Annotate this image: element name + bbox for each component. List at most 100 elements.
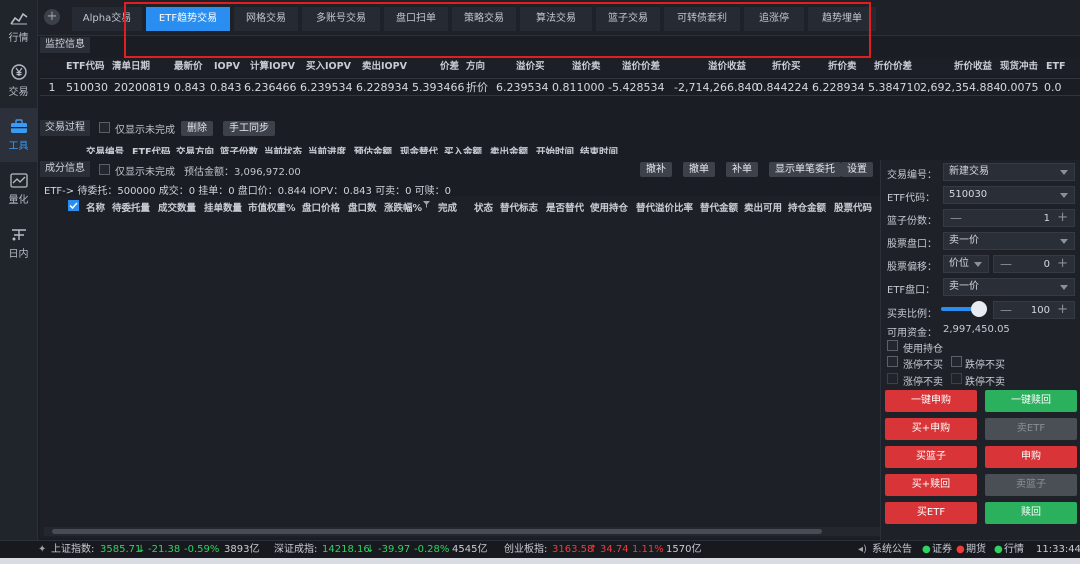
process-only-incomplete-checkbox[interactable] <box>99 122 110 133</box>
tab-algo[interactable]: 算法交易 <box>520 7 592 31</box>
monitor-title: 监控信息 <box>40 37 90 53</box>
col-sell-available: 卖出可用 <box>744 203 783 214</box>
component-only-incomplete-checkbox[interactable] <box>99 164 110 175</box>
buy-redeem-button[interactable]: 买+赎回 <box>885 474 977 496</box>
cancel-fill-button[interactable]: 撤补 <box>640 162 672 177</box>
scrollbar-thumb[interactable] <box>52 529 822 534</box>
buy-subscribe-button[interactable]: 买+申购 <box>885 418 977 440</box>
process-header: 交易编号 ETF代码 交易方向 篮子份数 当前状态 当前进度 预估金额 现金替代… <box>40 140 880 154</box>
table-row[interactable]: 1 510030 20200819 0.843 0.843 6.236466 6… <box>40 78 1080 96</box>
minus-icon[interactable]: — <box>1000 257 1012 271</box>
fill-order-button[interactable]: 补单 <box>726 162 758 177</box>
buy-etf-button[interactable]: 买ETF <box>885 502 977 524</box>
col-spread: 价差 <box>440 61 460 72</box>
etf-code-select[interactable]: 510030 <box>943 186 1075 204</box>
chevron-down-icon <box>1060 193 1068 198</box>
delete-button[interactable]: 删除 <box>181 121 213 136</box>
chevron-down-icon <box>974 262 982 267</box>
tab-grid[interactable]: 网格交易 <box>234 7 298 31</box>
nav-label: 工具 <box>8 141 29 152</box>
cy-index-label: 创业板指: <box>504 544 548 555</box>
tab-alpha[interactable]: Alpha交易 <box>72 7 142 31</box>
system-notice[interactable]: 系统公告 <box>872 541 912 558</box>
stock-offset-unit-select[interactable]: 价位 <box>943 255 989 273</box>
col-status: 状态 <box>474 203 494 214</box>
trade-no-select[interactable]: 新建交易 <box>943 163 1075 181</box>
tab-multi-account[interactable]: 多账号交易 <box>302 7 380 31</box>
nav-item-quotes[interactable]: 行情 <box>0 0 37 54</box>
subscribe-button[interactable]: 申购 <box>985 446 1077 468</box>
sz-index-label: 深证成指: <box>274 544 318 555</box>
minus-icon[interactable]: — <box>1000 303 1012 317</box>
cell-etf-code: 510030 <box>66 81 108 94</box>
cell-calc-iopv: 6.236466 <box>244 81 297 94</box>
plus-icon[interactable]: + <box>1057 256 1068 271</box>
monitor-header: ETF代码 清单日期 最新价 IOPV 计算IOPV 买入IOPV 卖出IOPV… <box>40 58 1080 76</box>
basket-count-stepper[interactable]: — 1 + <box>943 209 1075 227</box>
col-sell-amount: 卖出金额 <box>490 147 529 154</box>
redeem-button[interactable]: 赎回 <box>985 502 1077 524</box>
col-change-pct: 涨跌幅% <box>384 203 423 214</box>
sell-etf-button[interactable]: 卖ETF <box>985 418 1077 440</box>
one-click-subscribe-button[interactable]: 一键申购 <box>885 390 977 412</box>
basket-count-label: 篮子份数： <box>887 216 937 227</box>
nav-item-quant[interactable]: 量化 <box>0 162 37 216</box>
nav-item-trade[interactable]: 交易 <box>0 54 37 108</box>
tab-convertible[interactable]: 可转债套利 <box>664 7 740 31</box>
row-index: 1 <box>48 81 56 94</box>
use-position-checkbox[interactable] <box>887 340 898 351</box>
no-buy-limit-down-checkbox[interactable] <box>951 356 962 367</box>
col-etf-code: ETF代码 <box>132 147 171 154</box>
up-arrow-icon: ↑ <box>589 544 598 555</box>
etf-book-label: ETF盘口： <box>887 285 936 296</box>
plus-icon[interactable]: + <box>1057 302 1068 317</box>
left-nav: 行情 交易 工具 量化 日内 <box>0 0 38 540</box>
sell-basket-button[interactable]: 卖篮子 <box>985 474 1077 496</box>
toolbox-icon <box>9 118 29 134</box>
tab-book-sweep[interactable]: 盘口扫单 <box>384 7 448 31</box>
col-book-price: 盘口价格 <box>302 203 341 214</box>
one-click-redeem-button[interactable]: 一键赎回 <box>985 390 1077 412</box>
col-basket-count: 篮子份数 <box>220 147 259 154</box>
cancel-order-button[interactable]: 撤单 <box>683 162 715 177</box>
tab-limit-chase[interactable]: 追涨停 <box>744 7 804 31</box>
pin-icon[interactable]: ✦ <box>38 541 46 558</box>
plus-icon[interactable]: + <box>1057 210 1068 225</box>
no-sell-limit-down-checkbox[interactable] <box>951 373 962 384</box>
buy-basket-button[interactable]: 买篮子 <box>885 446 977 468</box>
no-buy-limit-up-checkbox[interactable] <box>887 356 898 367</box>
tab-etf-trend[interactable]: ETF趋势交易 <box>146 7 230 31</box>
no-sell-limit-up-checkbox[interactable] <box>887 373 898 384</box>
col-direction: 交易方向 <box>176 147 215 154</box>
col-etf-code: ETF代码 <box>66 61 105 72</box>
tab-basket[interactable]: 篮子交易 <box>596 7 660 31</box>
tab-strategy[interactable]: 策略交易 <box>452 7 516 31</box>
manual-sync-button[interactable]: 手工同步 <box>223 121 275 136</box>
nav-item-tools[interactable]: 工具 <box>0 108 37 162</box>
col-book-count: 盘口数 <box>348 203 377 214</box>
stock-offset-stepper[interactable]: — 0 + <box>993 255 1075 273</box>
use-position-label: 使用持仓 <box>903 344 943 355</box>
cell-prem-gain: -2,714,266.840 <box>674 81 759 94</box>
tab-trend-order[interactable]: 趋势埋单 <box>808 7 876 31</box>
nav-item-intraday[interactable]: 日内 <box>0 216 37 270</box>
settings-button[interactable]: 设置 <box>841 162 873 177</box>
process-only-incomplete-label: 仅显示未完成 <box>115 125 175 136</box>
show-single-order-button[interactable]: 显示单笔委托 <box>769 162 841 177</box>
clock: 11:33:44 <box>1036 544 1080 555</box>
cy-index-pct: 1.11% <box>632 544 664 555</box>
slider-handle[interactable] <box>971 301 987 317</box>
filter-icon[interactable] <box>423 200 430 211</box>
yen-coin-icon <box>9 64 29 80</box>
ratio-slider[interactable] <box>941 301 987 317</box>
stock-book-select[interactable]: 卖一价 <box>943 232 1075 250</box>
etf-book-select[interactable]: 卖一价 <box>943 278 1075 296</box>
cell-prem-sell: 0.811000 <box>552 81 605 94</box>
add-tab-icon[interactable]: + <box>44 9 60 25</box>
minus-icon[interactable]: — <box>950 211 962 225</box>
sh-index-change: -21.38 <box>148 544 181 555</box>
securities-status: 证券 <box>932 544 952 555</box>
select-all-checkbox[interactable] <box>68 200 79 211</box>
ratio-stepper[interactable]: — 100 + <box>993 301 1075 319</box>
horizontal-scrollbar[interactable] <box>44 527 880 536</box>
